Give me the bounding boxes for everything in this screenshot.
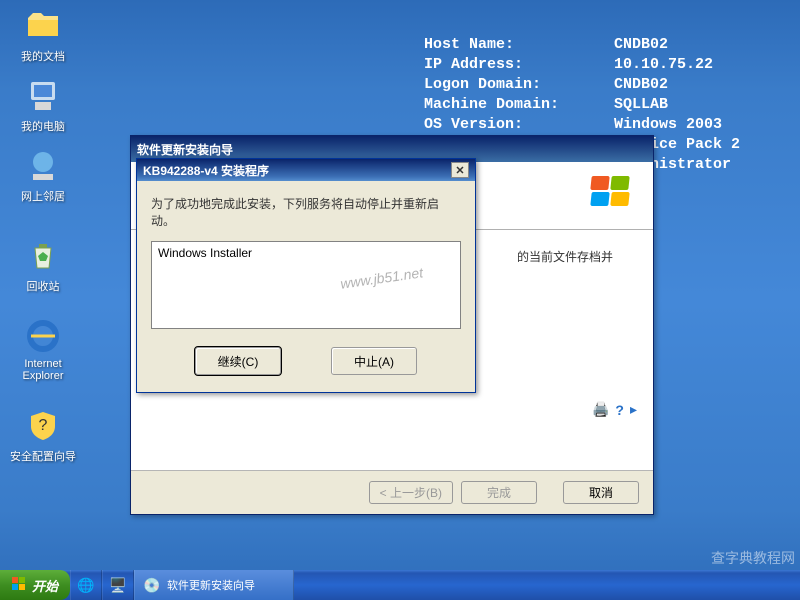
close-icon[interactable]: ✕: [451, 162, 469, 178]
continue-button[interactable]: 继续(C): [195, 347, 281, 375]
wizard-footer: < 上一步(B) 完成 取消: [131, 470, 653, 514]
desktop: www.jb51.net 查字典教程网 我的文档 我的电脑 网上邻居 回收站 I…: [0, 0, 800, 600]
folder-icon: [25, 8, 61, 44]
taskbar: 开始 🌐 🖥️ 💿 软件更新安装向导: [0, 570, 800, 600]
finish-button: 完成: [461, 481, 537, 504]
computer-icon: [25, 78, 61, 114]
desktop-icon-ie[interactable]: Internet Explorer: [8, 318, 78, 382]
list-item[interactable]: Windows Installer: [158, 246, 454, 260]
ie-icon: 🌐: [77, 576, 95, 594]
patch-titlebar[interactable]: KB942288-v4 安装程序 ✕: [137, 159, 475, 181]
windows-flag-icon: [12, 577, 28, 593]
quicklaunch-desktop[interactable]: 🖥️: [102, 570, 134, 600]
windows-logo-icon: [591, 176, 633, 218]
watermark-brand: 查字典教程网: [711, 548, 795, 568]
desktop-icon-mydocs[interactable]: 我的文档: [8, 8, 78, 64]
svg-text:?: ?: [39, 417, 48, 434]
help-icon[interactable]: ?: [615, 402, 624, 418]
shield-icon: ?: [25, 408, 61, 444]
network-icon: [25, 148, 61, 184]
installer-icon: 💿: [143, 576, 161, 594]
start-button[interactable]: 开始: [0, 570, 70, 600]
back-button: < 上一步(B): [369, 481, 453, 504]
desktop-icon-network[interactable]: 网上邻居: [8, 148, 78, 204]
show-desktop-icon: 🖥️: [109, 576, 127, 594]
services-listbox[interactable]: Windows Installer: [151, 241, 461, 329]
patch-message: 为了成功地完成此安装，下列服务将自动停止并重新启动。: [151, 195, 461, 229]
printer-icon[interactable]: 🖨️: [592, 401, 609, 418]
ie-icon: [25, 318, 61, 354]
wizard-help-icons: 🖨️ ? ▸: [592, 401, 637, 418]
recycle-icon: [25, 238, 61, 274]
taskbar-item-wizard[interactable]: 💿 软件更新安装向导: [134, 570, 294, 600]
desktop-icon-recycle[interactable]: 回收站: [8, 238, 78, 294]
patch-dialog: KB942288-v4 安装程序 ✕ 为了成功地完成此安装，下列服务将自动停止并…: [136, 158, 476, 393]
abort-button[interactable]: 中止(A): [331, 347, 417, 375]
cancel-button[interactable]: 取消: [563, 481, 639, 504]
chevron-icon[interactable]: ▸: [630, 401, 637, 418]
quicklaunch-ie[interactable]: 🌐: [70, 570, 102, 600]
desktop-icon-secwiz[interactable]: ? 安全配置向导: [8, 408, 78, 464]
desktop-icon-mycomputer[interactable]: 我的电脑: [8, 78, 78, 134]
